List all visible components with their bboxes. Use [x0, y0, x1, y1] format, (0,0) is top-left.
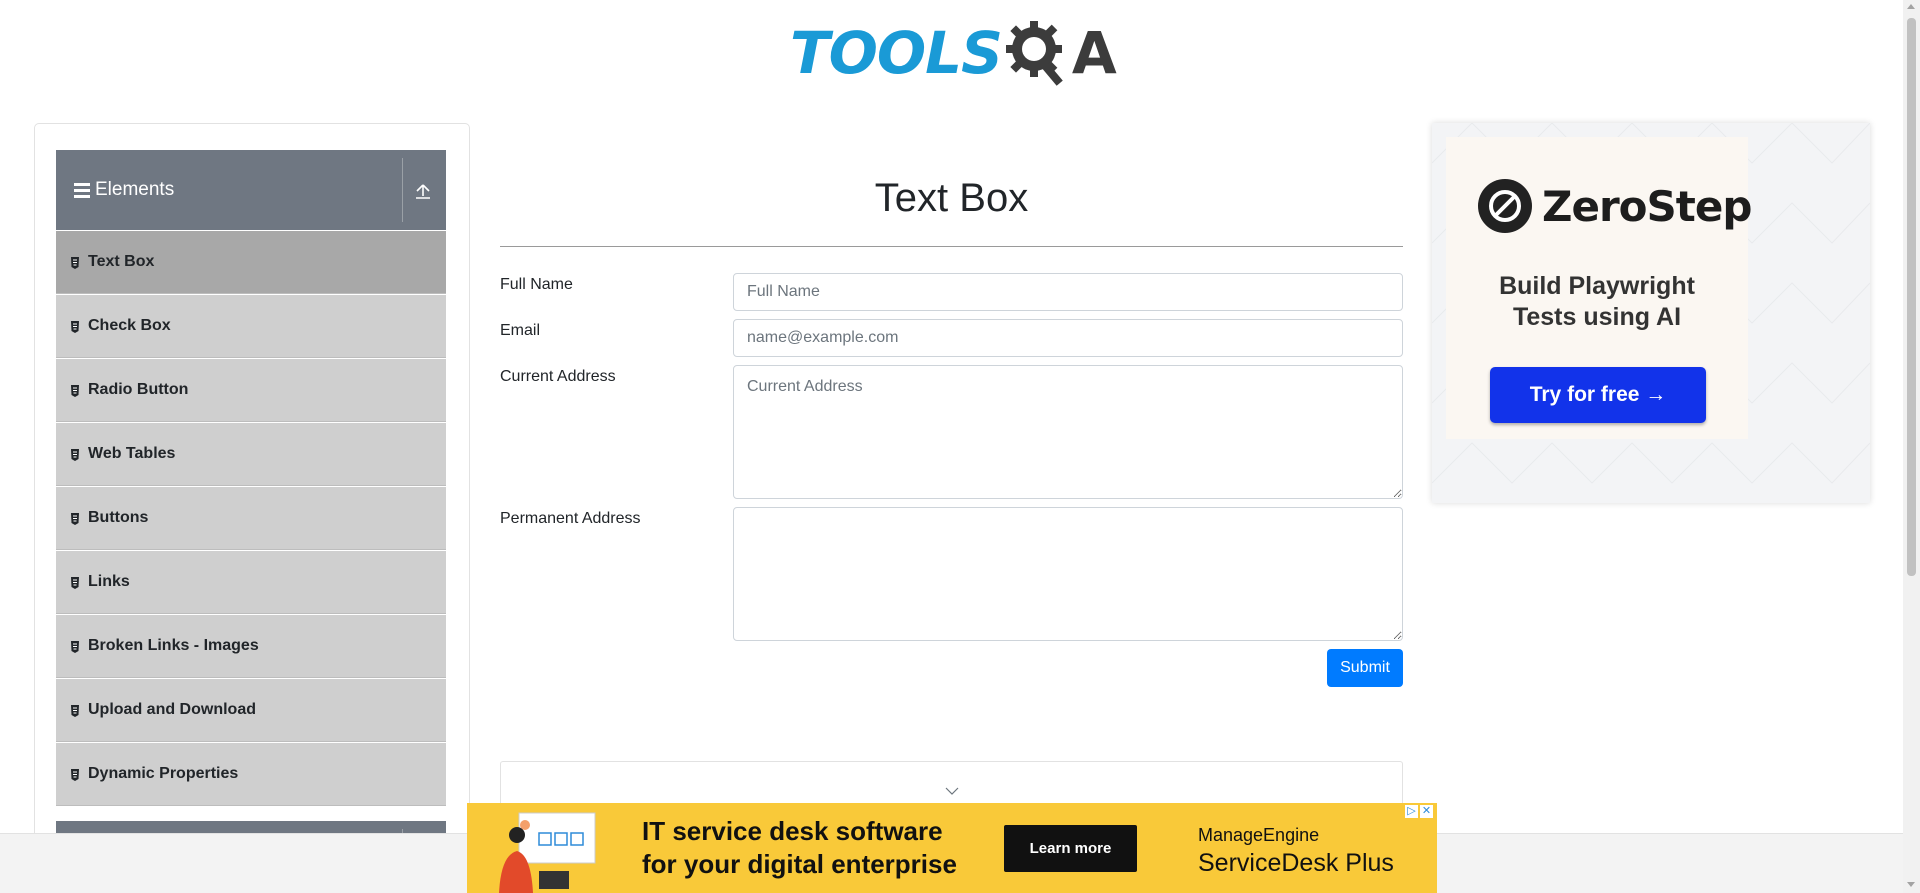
- group-title: Elements: [95, 179, 175, 200]
- current-address-textarea[interactable]: [733, 365, 1403, 499]
- left-panel: Elements Text Box Check Box Radio Button…: [34, 123, 470, 893]
- sidebar-item-text-box[interactable]: Text Box: [56, 231, 446, 294]
- menu-item-icon: [70, 448, 80, 461]
- full-name-input[interactable]: [733, 273, 1403, 311]
- zerostep-brand: ZeroStep: [1478, 179, 1752, 233]
- banner-headline: IT service desk software for your digita…: [642, 815, 957, 881]
- menu-item-icon: [70, 256, 80, 269]
- elements-group-header[interactable]: Elements: [56, 150, 446, 230]
- learn-more-button[interactable]: Learn more: [1004, 825, 1137, 872]
- adchoices-icon[interactable]: ▷: [1405, 805, 1418, 818]
- headline-line-2: for your digital enterprise: [642, 849, 957, 879]
- menu-item-icon: [70, 576, 80, 589]
- current-address-label: Current Address: [500, 368, 616, 385]
- headline-line-1: IT service desk software: [642, 816, 943, 846]
- gear-magnifier-icon: [1005, 21, 1063, 86]
- logo-text: TOOLS: [790, 19, 1003, 87]
- sidebar-item-label: Links: [88, 573, 130, 590]
- sidebar-item-label: Upload and Download: [88, 701, 256, 718]
- scrollbar-thumb[interactable]: [1907, 18, 1916, 576]
- menu-item-icon: [70, 768, 80, 781]
- hamburger-icon: [74, 180, 90, 201]
- sidebar-item-label: Check Box: [88, 317, 171, 334]
- servicedesk-plus-brand: ServiceDesk Plus: [1198, 849, 1394, 877]
- zerostep-name: ZeroStep: [1542, 181, 1752, 231]
- manageengine-brand: ManageEngine: [1198, 825, 1320, 845]
- menu-item-icon: [70, 704, 80, 717]
- page-title: Text Box: [874, 176, 1029, 220]
- page-scrollbar[interactable]: [1903, 0, 1920, 893]
- servicedesk-banner-ad[interactable]: IT service desk software for your digita…: [467, 803, 1437, 893]
- title-divider: [500, 246, 1403, 247]
- person-at-laptop-illustration: [499, 812, 596, 893]
- scroll-up-arrow-icon[interactable]: [1907, 4, 1915, 9]
- logo-a: A: [1071, 19, 1117, 87]
- close-icon[interactable]: ✕: [1420, 805, 1433, 818]
- menu-item-icon: [70, 640, 80, 653]
- sidebar-item-label: Web Tables: [88, 445, 176, 462]
- scroll-down-arrow-icon[interactable]: [1907, 882, 1915, 887]
- sidebar-item-radio-button[interactable]: Radio Button: [56, 359, 446, 422]
- permanent-address-textarea[interactable]: [733, 507, 1403, 641]
- sidebar-item-label: Dynamic Properties: [88, 765, 239, 782]
- sidebar-item-label: Buttons: [88, 509, 149, 526]
- full-name-label: Full Name: [500, 276, 573, 293]
- sidebar-item-check-box[interactable]: Check Box: [56, 295, 446, 358]
- sidebar-item-web-tables[interactable]: Web Tables: [56, 423, 446, 486]
- zerostep-ad[interactable]: ZeroStep Build Playwright Tests using AI…: [1432, 123, 1870, 503]
- sidebar-item-upload-download[interactable]: Upload and Download: [56, 679, 446, 742]
- collapse-up-icon[interactable]: [412, 180, 434, 202]
- zerostep-tagline: Build Playwright Tests using AI: [1446, 271, 1748, 333]
- submit-button[interactable]: Submit: [1327, 649, 1403, 687]
- sidebar-item-label: Radio Button: [88, 381, 189, 398]
- elements-menu: Text Box Check Box Radio Button Web Tabl…: [56, 231, 446, 807]
- ad-choices: ▷ ✕: [1405, 805, 1433, 818]
- try-for-free-button[interactable]: Try for free →: [1490, 367, 1706, 423]
- menu-item-icon: [70, 512, 80, 525]
- menu-item-icon: [70, 320, 80, 333]
- sidebar-item-label: Broken Links - Images: [88, 637, 259, 654]
- menu-item-icon: [70, 384, 80, 397]
- header-divider: [402, 158, 403, 222]
- sidebar-item-dynamic-properties[interactable]: Dynamic Properties: [56, 743, 446, 806]
- toolsqa-logo[interactable]: TOOLS A: [790, 14, 1117, 92]
- sidebar-item-links[interactable]: Links: [56, 551, 446, 614]
- permanent-address-label: Permanent Address: [500, 510, 641, 527]
- ad-card: ZeroStep Build Playwright Tests using AI…: [1446, 137, 1752, 439]
- tagline-line-2: Tests using AI: [1512, 303, 1682, 331]
- zerostep-logo-icon: [1478, 179, 1532, 233]
- sidebar-item-label: Text Box: [88, 253, 155, 270]
- tagline-line-1: Build Playwright: [1499, 272, 1695, 300]
- email-label: Email: [500, 322, 541, 339]
- email-input[interactable]: [733, 319, 1403, 357]
- sidebar-item-broken-links[interactable]: Broken Links - Images: [56, 615, 446, 678]
- chevron-down-icon[interactable]: [944, 786, 960, 796]
- sidebar-item-buttons[interactable]: Buttons: [56, 487, 446, 550]
